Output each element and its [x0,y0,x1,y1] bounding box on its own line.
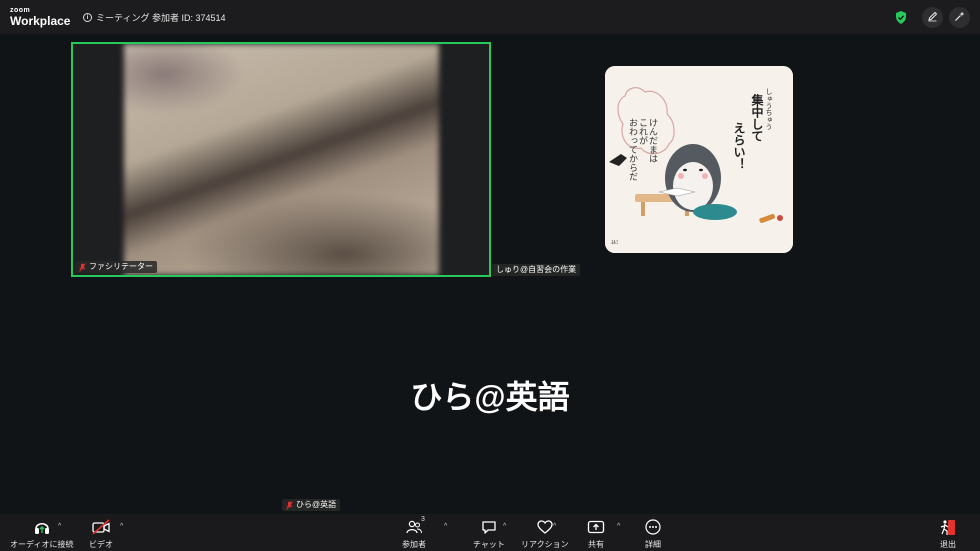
logo-small-text: zoom [10,7,31,14]
meeting-stage: ファシリテーター しゅり@自習会の作業 けんだまは これが おわってからだ しゅ… [0,34,980,514]
mic-muted-icon [79,262,86,272]
video-button[interactable]: ビデオ [89,518,113,550]
participants-label: 参加者 [402,540,426,549]
audio-options-caret[interactable]: ^ [58,523,61,530]
active-speaker-name: ひら@英語 [410,379,570,415]
more-button[interactable]: 詳細 [645,518,661,550]
security-shield-icon[interactable] [894,11,908,25]
video-options-caret[interactable]: ^ [120,523,123,530]
blurred-camera-feed [124,44,439,275]
side-participant-name-pill: しゅり@自習会の作業 [492,264,581,276]
self-mic-muted-icon [286,500,293,510]
penguin-illustration-tile[interactable]: けんだまは これが おわってからだ しゅうちゅう 集中して えらい！ ﾖﾙﾐ [605,66,793,253]
participant-name-pill: ファシリテーター [75,261,157,273]
self-name: ひら@英語 [296,500,337,509]
chat-bubble-icon [481,518,497,536]
reaction-options-caret[interactable]: ^ [553,523,556,530]
participants-count: 3 [421,516,425,523]
art-vertical-text-1: しゅうちゅう [765,88,773,130]
reaction-label: リアクション [521,540,569,549]
annotate-pen-button[interactable] [922,7,943,28]
sparkle-wand-icon [954,9,965,27]
participants-options-caret[interactable]: ^ [444,523,447,530]
share-button[interactable]: 共有 [587,518,605,550]
meeting-info[interactable]: i ミーティング 参加者 ID: 374514 [83,11,226,24]
penguin-illustration: けんだまは これが おわってからだ しゅうちゅう 集中して えらい！ ﾖﾙﾐ [605,66,793,253]
chat-button[interactable]: チャット [473,518,505,550]
audio-label: オーディオに接続 [10,540,74,549]
art-vertical-text-2: 集中して [750,93,764,142]
art-vertical-text-3: えらい！ [732,122,746,170]
share-screen-icon [587,518,605,536]
zoom-workplace-logo: zoom Workplace [10,7,70,27]
more-label: 詳細 [645,540,661,549]
leave-button[interactable]: 退出 [939,518,957,550]
audio-button[interactable]: オーディオに接続 [10,518,73,550]
self-name-pill: ひら@英語 [282,499,341,511]
bubble-text-2: これが [637,118,648,145]
headphones-icon [33,518,51,536]
more-dots-icon [645,518,661,536]
meeting-info-text: ミーティング 参加者 ID: 374514 [96,13,226,23]
info-icon: i [83,13,92,22]
participants-icon: 3 [406,516,425,536]
chat-label: チャット [473,540,505,549]
chat-options-caret[interactable]: ^ [503,523,506,530]
leave-door-icon [939,518,957,536]
participant-name: ファシリテーター [89,262,153,271]
ai-companion-button[interactable] [949,7,970,28]
video-tile-facilitator[interactable]: ファシリテーター [71,42,491,277]
share-label: 共有 [588,540,604,549]
title-bar: zoom Workplace i ミーティング 参加者 ID: 374514 [0,0,980,34]
logo-big-text: Workplace [10,14,71,28]
side-participant-name: しゅり@自習会の作業 [496,265,577,274]
video-off-icon [91,518,111,536]
bubble-text-3: おわってからだ [627,118,638,181]
meeting-toolbar: オーディオに接続 ^ ビデオ ^ 3 参加者 ^ チャット ^ リアクション ^… [0,514,980,551]
share-options-caret[interactable]: ^ [617,523,620,530]
heart-reaction-icon [537,518,553,536]
reaction-button[interactable]: リアクション [521,518,569,550]
pen-icon [927,9,938,27]
bubble-text-1: けんだまは [647,118,658,163]
video-label: ビデオ [89,540,113,549]
leave-label: 退出 [940,540,956,549]
svg-text:ﾖﾙﾐ: ﾖﾙﾐ [611,240,619,246]
participants-button[interactable]: 3 参加者 [402,516,426,550]
